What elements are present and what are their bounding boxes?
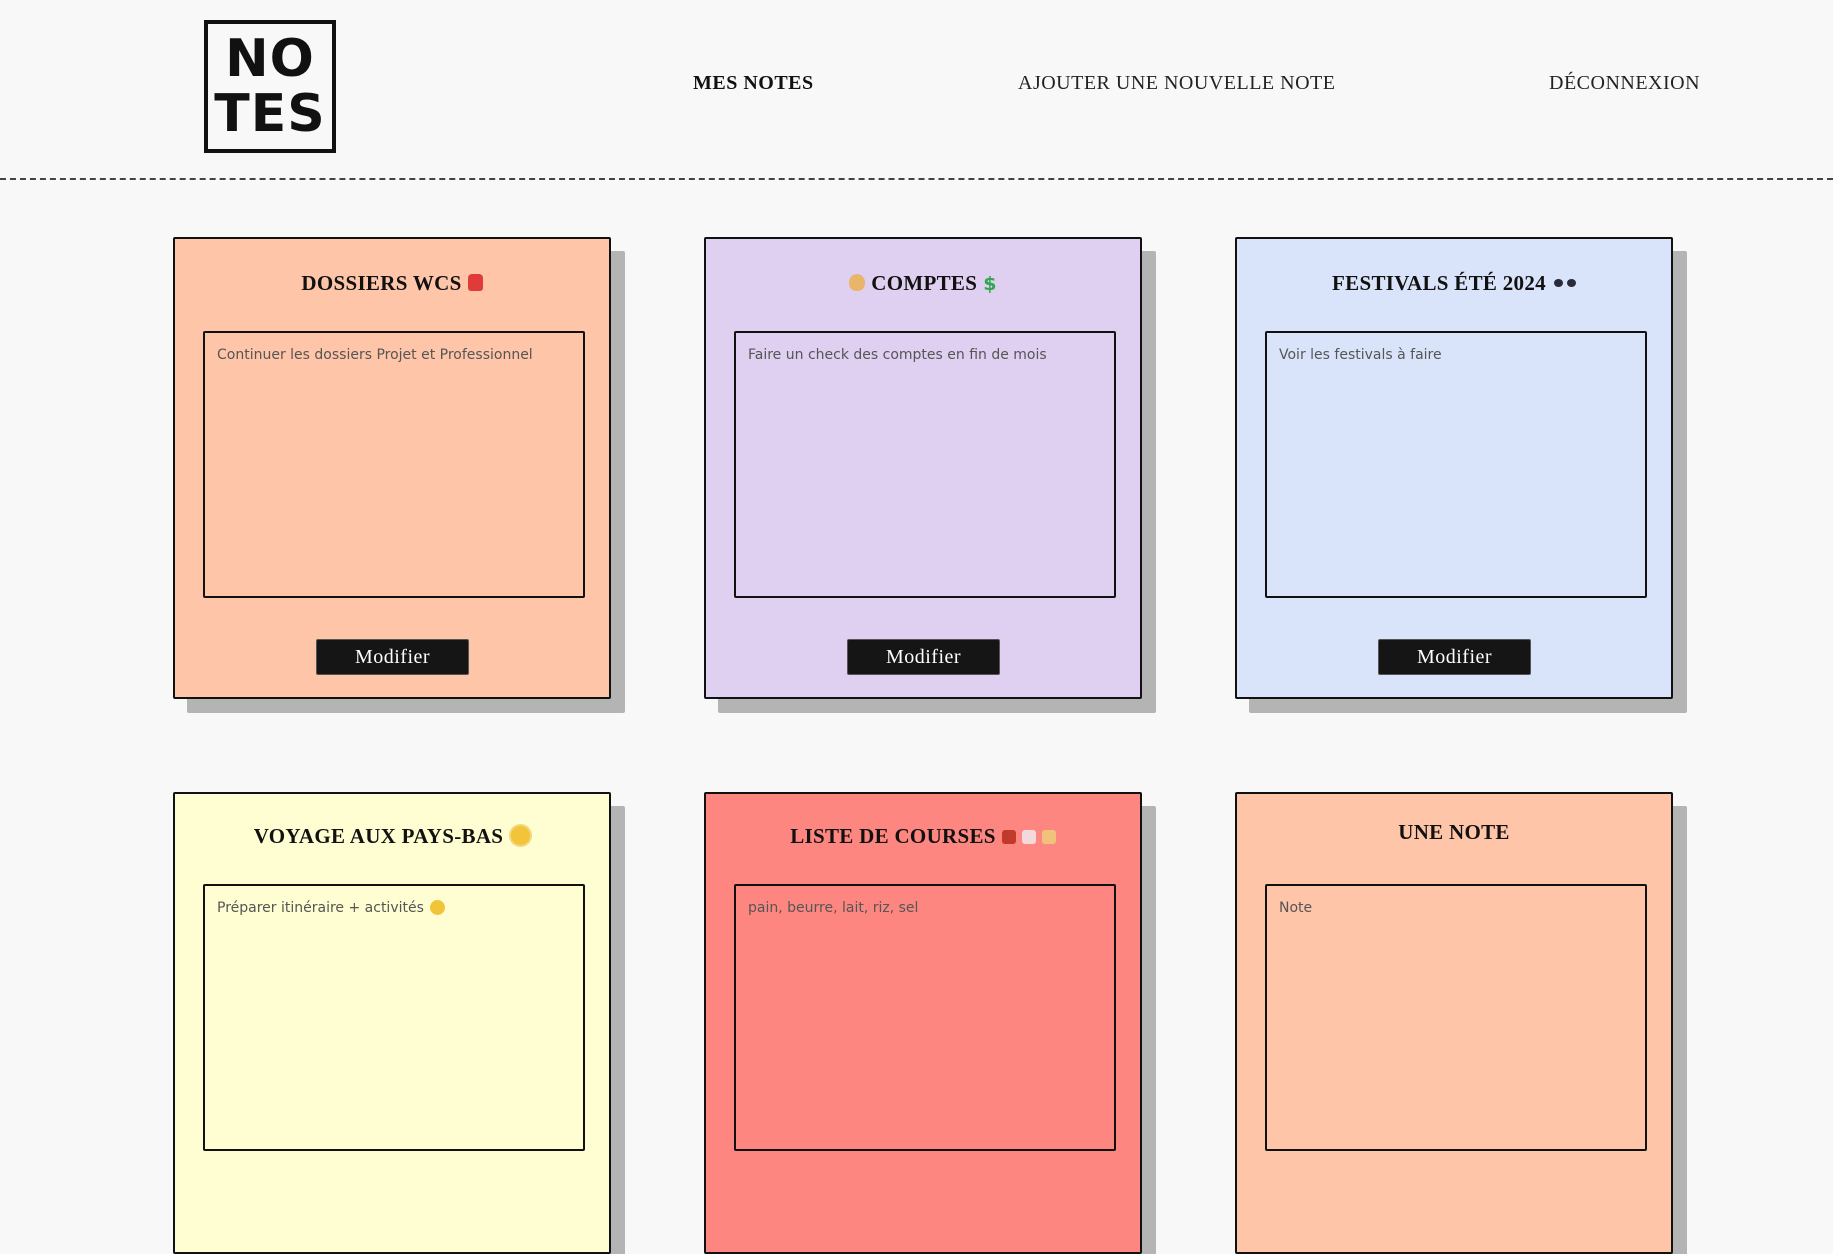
note-body-textarea[interactable]: Voir les festivals à faire <box>1265 331 1647 598</box>
note-title-text: COMPTES <box>871 271 978 295</box>
note-body-textarea[interactable]: Faire un check des comptes en fin de moi… <box>734 331 1116 598</box>
dollar-icon: $ <box>983 273 997 295</box>
note-card: VOYAGE AUX PAYS-BAS Préparer itinéraire … <box>173 792 611 1254</box>
note-card: UNE NOTE Note <box>1235 792 1673 1254</box>
site-header: NO TES MES NOTES AJOUTER UNE NOUVELLE NO… <box>0 0 1833 180</box>
note-title: UNE NOTE <box>1237 820 1671 845</box>
modify-button[interactable]: Modifier <box>847 639 1000 675</box>
note-title: DOSSIERS WCS <box>175 271 609 296</box>
smile-icon <box>429 900 445 915</box>
modify-button[interactable]: Modifier <box>1378 639 1531 675</box>
logo-line-1: NO <box>225 28 315 89</box>
note-title-text: VOYAGE AUX PAYS-BAS <box>253 824 504 848</box>
sunglasses-icon <box>1553 279 1576 288</box>
note-title-text: FESTIVALS ÉTÉ 2024 <box>1332 271 1546 295</box>
note-title: FESTIVALS ÉTÉ 2024 <box>1237 271 1671 296</box>
nav-logout[interactable]: DÉCONNEXION <box>1549 72 1700 95</box>
backpack-icon <box>467 274 483 291</box>
note-card: LISTE DE COURSES pain, beurre, lait, riz… <box>704 792 1142 1254</box>
note-title: VOYAGE AUX PAYS-BAS <box>175 824 609 849</box>
note-card: COMPTES $ Faire un check des comptes en f… <box>704 237 1142 699</box>
croissant-icon <box>1041 830 1056 844</box>
note-title: LISTE DE COURSES <box>706 824 1140 849</box>
nav-mes-notes[interactable]: MES NOTES <box>693 72 814 95</box>
note-body-textarea[interactable]: pain, beurre, lait, riz, sel <box>734 884 1116 1151</box>
note-card: FESTIVALS ÉTÉ 2024 Voir les festivals à … <box>1235 237 1673 699</box>
note-body-textarea[interactable]: Préparer itinéraire + activités <box>203 884 585 1151</box>
note-title-text: DOSSIERS WCS <box>301 271 462 295</box>
note-body-textarea[interactable]: Note <box>1265 884 1647 1151</box>
note-title: COMPTES $ <box>706 271 1140 296</box>
logo-line-2: TES <box>214 83 326 144</box>
sun-icon <box>511 826 531 845</box>
notes-logo[interactable]: NO TES <box>204 20 336 153</box>
note-body-textarea[interactable]: Continuer les dossiers Projet et Profess… <box>203 331 585 598</box>
note-title-text: LISTE DE COURSES <box>790 824 996 848</box>
meat-icon <box>1021 830 1036 844</box>
bowl-icon <box>1001 830 1016 844</box>
money-bag-icon <box>849 274 866 291</box>
note-body-text: Préparer itinéraire + activités <box>217 900 424 916</box>
note-card: DOSSIERS WCS Continuer les dossiers Proj… <box>173 237 611 699</box>
modify-button[interactable]: Modifier <box>316 639 469 675</box>
note-title-text: UNE NOTE <box>1398 820 1510 844</box>
nav-add-note[interactable]: AJOUTER UNE NOUVELLE NOTE <box>1018 72 1335 95</box>
